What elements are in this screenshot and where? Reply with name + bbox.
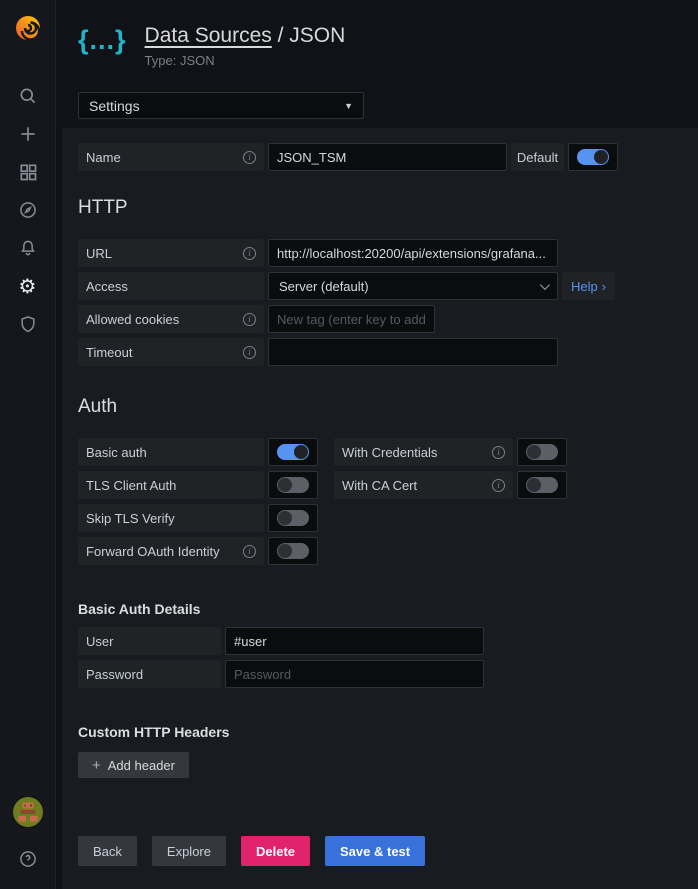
skip-tls-verify-label: Skip TLS Verify <box>78 504 264 532</box>
json-datasource-icon: {...} <box>78 22 127 58</box>
with-ca-cert-toggle[interactable] <box>517 471 567 499</box>
user-row: User <box>78 627 682 655</box>
allowed-cookies-row: Allowed cookies i <box>78 305 682 333</box>
url-label: URL i <box>78 239 264 267</box>
custom-http-headers-heading: Custom HTTP Headers <box>78 724 682 740</box>
help-question-icon[interactable] <box>8 849 48 869</box>
main-content: {...} Data Sources / JSON Type: JSON Set… <box>56 0 698 889</box>
tls-client-auth-label: TLS Client Auth <box>78 471 264 499</box>
basic-auth-toggle[interactable] <box>268 438 318 466</box>
datasource-type-subtitle: Type: JSON <box>145 53 346 68</box>
breadcrumb: Data Sources / JSON <box>145 24 346 48</box>
configuration-gear-icon[interactable]: ⚙ <box>8 276 48 296</box>
name-label: Name i <box>78 143 264 171</box>
info-icon[interactable]: i <box>243 313 256 326</box>
save-and-test-button[interactable]: Save & test <box>325 836 425 866</box>
info-icon[interactable]: i <box>243 545 256 558</box>
auth-row-1: Basic auth With Credentials i <box>78 438 682 466</box>
http-section-heading: HTTP <box>78 197 682 219</box>
auth-row-2: TLS Client Auth With CA Cert i <box>78 471 682 499</box>
delete-button[interactable]: Delete <box>241 836 310 866</box>
default-toggle[interactable] <box>568 143 618 171</box>
tls-client-auth-toggle[interactable] <box>268 471 318 499</box>
name-row: Name i Default <box>78 143 682 171</box>
search-icon[interactable] <box>8 86 48 106</box>
server-admin-shield-icon[interactable] <box>8 314 48 334</box>
chevron-down-icon <box>540 280 550 290</box>
user-avatar[interactable] <box>13 797 43 827</box>
back-button[interactable]: Back <box>78 836 137 866</box>
with-credentials-label: With Credentials i <box>334 438 513 466</box>
access-select[interactable]: Server (default) <box>268 272 558 300</box>
skip-tls-verify-toggle[interactable] <box>268 504 318 532</box>
explore-compass-icon[interactable] <box>8 200 48 220</box>
action-bar: Back Explore Delete Save & test <box>78 836 682 866</box>
timeout-input[interactable] <box>268 338 558 366</box>
dashboards-grid-icon[interactable] <box>8 162 48 182</box>
basic-auth-details-heading: Basic Auth Details <box>78 601 682 617</box>
url-input[interactable] <box>268 239 558 267</box>
caret-down-icon: ▼ <box>344 101 353 111</box>
forward-oauth-identity-toggle[interactable] <box>268 537 318 565</box>
plus-icon: + <box>92 757 101 774</box>
auth-row-4: Forward OAuth Identity i <box>78 537 682 565</box>
chevron-right-icon: › <box>602 279 606 294</box>
add-header-button[interactable]: + Add header <box>78 752 189 778</box>
alerting-bell-icon[interactable] <box>8 238 48 258</box>
info-icon[interactable]: i <box>243 247 256 260</box>
info-icon[interactable]: i <box>492 446 505 459</box>
grafana-logo-icon[interactable] <box>8 8 48 48</box>
password-row: Password <box>78 660 682 688</box>
access-selected-value: Server (default) <box>279 279 369 294</box>
info-icon[interactable]: i <box>243 151 256 164</box>
help-button[interactable]: Help › <box>562 272 615 300</box>
timeout-row: Timeout i <box>78 338 682 366</box>
password-label: Password <box>78 660 221 688</box>
user-input[interactable] <box>225 627 484 655</box>
settings-panel: Name i Default HTTP URL i Access <box>62 128 698 889</box>
settings-tab-select[interactable]: Settings ▼ <box>78 92 364 119</box>
password-input[interactable] <box>225 660 484 688</box>
basic-auth-label: Basic auth <box>78 438 264 466</box>
breadcrumb-link-data-sources[interactable]: Data Sources <box>145 24 272 47</box>
sidebar: ⚙ <box>0 0 56 889</box>
breadcrumb-current: JSON <box>289 24 345 47</box>
timeout-label: Timeout i <box>78 338 264 366</box>
with-credentials-toggle[interactable] <box>517 438 567 466</box>
allowed-cookies-input[interactable] <box>268 305 435 333</box>
allowed-cookies-label: Allowed cookies i <box>78 305 264 333</box>
access-label: Access <box>78 272 264 300</box>
name-input[interactable] <box>268 143 507 171</box>
default-label: Default <box>511 143 564 171</box>
info-icon[interactable]: i <box>492 479 505 492</box>
access-row: Access Server (default) Help › <box>78 272 682 300</box>
user-label: User <box>78 627 221 655</box>
explore-button[interactable]: Explore <box>152 836 226 866</box>
settings-tab-label: Settings <box>89 98 140 114</box>
url-row: URL i <box>78 239 682 267</box>
with-ca-cert-label: With CA Cert i <box>334 471 513 499</box>
page-header: {...} Data Sources / JSON Type: JSON <box>56 0 698 68</box>
breadcrumb-separator: / <box>272 24 290 47</box>
forward-oauth-identity-label: Forward OAuth Identity i <box>78 537 264 565</box>
create-plus-icon[interactable] <box>8 124 48 144</box>
auth-section-heading: Auth <box>78 396 682 418</box>
auth-row-3: Skip TLS Verify <box>78 504 682 532</box>
info-icon[interactable]: i <box>243 346 256 359</box>
